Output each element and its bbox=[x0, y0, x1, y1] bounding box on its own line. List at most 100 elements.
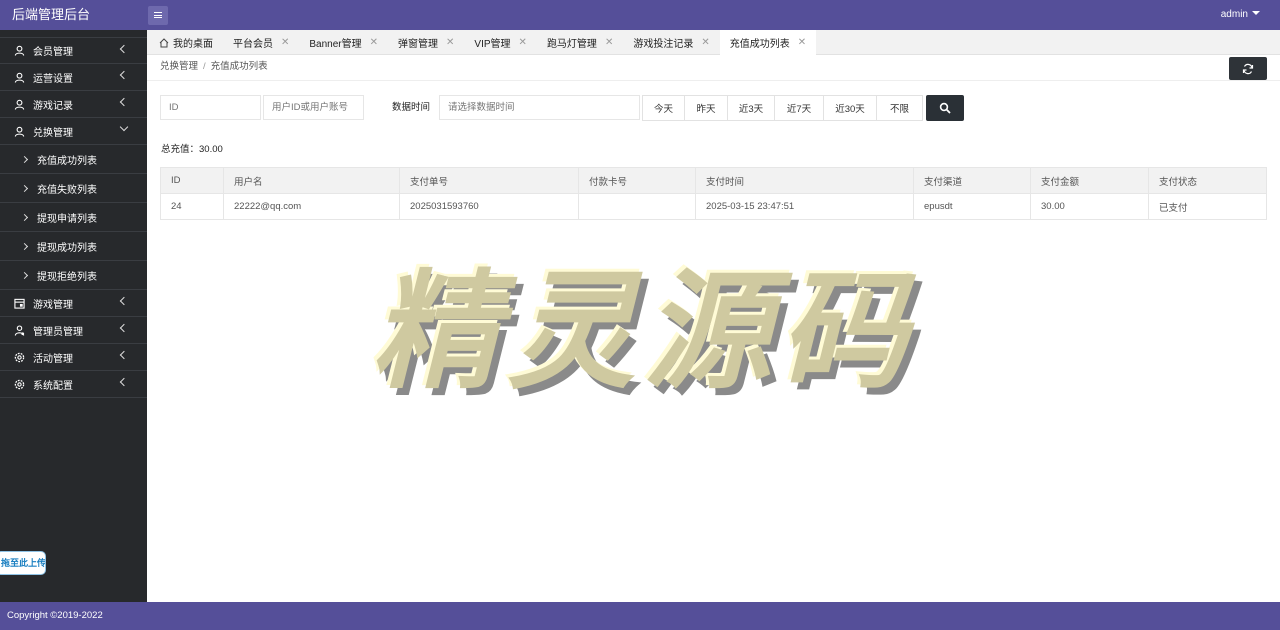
divider bbox=[147, 80, 1280, 81]
search-button[interactable] bbox=[926, 95, 964, 121]
sidebar-item-admins[interactable]: 管理员管理 bbox=[0, 317, 147, 344]
sidebar-subitem-recharge-success[interactable]: 充值成功列表 bbox=[0, 145, 147, 174]
sidebar-subitem-withdraw-success[interactable]: 提现成功列表 bbox=[0, 232, 147, 261]
user-search-input[interactable] bbox=[263, 95, 364, 120]
user-icon bbox=[13, 45, 25, 57]
range-7days-button[interactable]: 近7天 bbox=[774, 95, 824, 121]
chevron-right-icon bbox=[20, 155, 29, 163]
refresh-icon bbox=[1242, 63, 1254, 74]
chevron-left-icon bbox=[119, 323, 129, 333]
table-row[interactable]: 24 22222@qq.com 2025031593760 2025-03-15… bbox=[160, 193, 1267, 220]
column-header-username[interactable]: 用户名 bbox=[223, 167, 400, 194]
calendar-icon bbox=[13, 297, 25, 309]
tab-label: 弹窗管理 bbox=[398, 39, 439, 50]
table-header-row: ID 用户名 支付单号 付款卡号 支付时间 支付渠道 支付金额 支付状态 bbox=[160, 167, 1267, 194]
close-icon[interactable]: ✕ bbox=[605, 37, 613, 48]
chevron-right-icon bbox=[20, 213, 29, 221]
menu-toggle-button[interactable] bbox=[148, 5, 168, 25]
sidebar-item-activities[interactable]: 活动管理 bbox=[0, 344, 147, 371]
column-header-order-no[interactable]: 支付单号 bbox=[399, 167, 579, 194]
user-menu[interactable]: admin bbox=[1221, 0, 1260, 30]
tab-bet-records[interactable]: 游戏投注记录 ✕ bbox=[623, 30, 719, 55]
id-input[interactable] bbox=[160, 95, 261, 120]
drag-upload-tab[interactable]: 拖至此上传 bbox=[0, 551, 46, 575]
tab-label: Banner管理 bbox=[309, 39, 362, 50]
column-header-amount[interactable]: 支付金额 bbox=[1030, 167, 1149, 194]
sidebar-item-game-management[interactable]: 游戏管理 bbox=[0, 290, 147, 317]
search-icon bbox=[939, 102, 951, 114]
chevron-left-icon bbox=[119, 97, 129, 107]
tab-popup[interactable]: 弹窗管理 ✕ bbox=[388, 30, 464, 55]
sidebar-item-label: 运营设置 bbox=[33, 73, 73, 85]
app-title: 后端管理后台 bbox=[12, 7, 91, 22]
sidebar-item-label: 活动管理 bbox=[33, 353, 73, 365]
gear-icon bbox=[13, 378, 25, 390]
chevron-down-icon bbox=[119, 122, 129, 132]
tab-desktop[interactable]: 我的桌面 bbox=[149, 30, 223, 55]
sidebar-item-operations[interactable]: 运营设置 bbox=[0, 64, 147, 91]
sidebar-subitem-recharge-failed[interactable]: 充值失败列表 bbox=[0, 174, 147, 203]
cell-channel: epusdt bbox=[913, 193, 1031, 220]
sidebar-subitem-withdraw-rejected[interactable]: 提现拒绝列表 bbox=[0, 261, 147, 290]
chevron-left-icon bbox=[119, 44, 129, 54]
watermark-text: 精灵源码 bbox=[364, 257, 945, 407]
breadcrumb-parent[interactable]: 兑换管理 bbox=[160, 61, 198, 72]
sidebar: 会员管理 运营设置 游戏记录 兑换管理 充值成功列表 充值失败列表 提现申请列表… bbox=[0, 30, 147, 602]
close-icon[interactable]: ✕ bbox=[519, 37, 527, 48]
user-icon bbox=[13, 71, 25, 83]
tab-vip[interactable]: VIP管理 ✕ bbox=[464, 30, 537, 55]
column-header-card-no[interactable]: 付款卡号 bbox=[578, 167, 696, 194]
sidebar-subitem-label: 提现成功列表 bbox=[37, 242, 97, 254]
close-icon[interactable]: ✕ bbox=[701, 37, 709, 48]
close-icon[interactable]: ✕ bbox=[446, 37, 454, 48]
tab-marquee[interactable]: 跑马灯管理 ✕ bbox=[537, 30, 623, 55]
chevron-left-icon bbox=[119, 377, 129, 387]
close-icon[interactable]: ✕ bbox=[370, 37, 378, 48]
refresh-button[interactable] bbox=[1229, 57, 1267, 80]
tab-banner[interactable]: Banner管理 ✕ bbox=[299, 30, 388, 55]
range-3days-button[interactable]: 近3天 bbox=[727, 95, 775, 121]
tab-platform-members[interactable]: 平台会员 ✕ bbox=[223, 30, 299, 55]
column-header-channel[interactable]: 支付渠道 bbox=[913, 167, 1031, 194]
cell-username: 22222@qq.com bbox=[223, 193, 400, 220]
page-tabs: 我的桌面 平台会员 ✕ Banner管理 ✕ 弹窗管理 ✕ VIP管理 ✕ 跑马灯管理 ✕… bbox=[147, 30, 1280, 55]
sidebar-item-label: 管理员管理 bbox=[33, 326, 83, 338]
sidebar-item-game-records[interactable]: 游戏记录 bbox=[0, 91, 147, 118]
column-header-id[interactable]: ID bbox=[160, 167, 224, 194]
breadcrumb-separator: / bbox=[203, 61, 206, 72]
range-yesterday-button[interactable]: 昨天 bbox=[684, 95, 728, 121]
close-icon[interactable]: ✕ bbox=[798, 37, 806, 48]
sidebar-item-system-config[interactable]: 系统配置 bbox=[0, 371, 147, 398]
sidebar-subitem-withdraw-requests[interactable]: 提现申请列表 bbox=[0, 203, 147, 232]
admin-icon bbox=[13, 324, 25, 336]
tab-recharge-success[interactable]: 充值成功列表 ✕ bbox=[719, 30, 817, 55]
gear-icon bbox=[13, 351, 25, 363]
username: admin bbox=[1220, 9, 1248, 20]
date-range-buttons: 今天 昨天 近3天 近7天 近30天 不限 bbox=[642, 95, 923, 121]
column-header-pay-time[interactable]: 支付时间 bbox=[695, 167, 914, 194]
chevron-left-icon bbox=[119, 350, 129, 360]
range-all-button[interactable]: 不限 bbox=[876, 95, 923, 121]
chevron-left-icon bbox=[119, 70, 129, 80]
user-icon bbox=[13, 125, 25, 137]
cell-order-no: 2025031593760 bbox=[399, 193, 579, 220]
chevron-right-icon bbox=[20, 184, 29, 192]
hamburger-icon bbox=[154, 12, 162, 18]
tab-label: 充值成功列表 bbox=[729, 39, 790, 50]
sidebar-item-members[interactable]: 会员管理 bbox=[0, 37, 147, 64]
cell-id: 24 bbox=[160, 193, 224, 220]
caret-down-icon bbox=[1252, 11, 1260, 15]
column-header-status[interactable]: 支付状态 bbox=[1148, 167, 1267, 194]
top-header: 后端管理后台 admin bbox=[0, 0, 1280, 30]
footer: Copyright ©2019-2022 bbox=[0, 602, 1280, 630]
chevron-right-icon bbox=[20, 271, 29, 279]
sidebar-item-label: 会员管理 bbox=[33, 47, 73, 58]
sidebar-item-exchange[interactable]: 兑换管理 bbox=[0, 118, 147, 145]
close-icon[interactable]: ✕ bbox=[281, 37, 289, 48]
range-30days-button[interactable]: 近30天 bbox=[823, 95, 877, 121]
recharge-total: 总充值：30.00 bbox=[161, 144, 223, 155]
recharge-table: ID 用户名 支付单号 付款卡号 支付时间 支付渠道 支付金额 支付状态 24 … bbox=[160, 167, 1267, 220]
date-range-input[interactable] bbox=[439, 95, 640, 120]
range-today-button[interactable]: 今天 bbox=[642, 95, 685, 121]
sidebar-item-label: 游戏管理 bbox=[33, 299, 73, 311]
